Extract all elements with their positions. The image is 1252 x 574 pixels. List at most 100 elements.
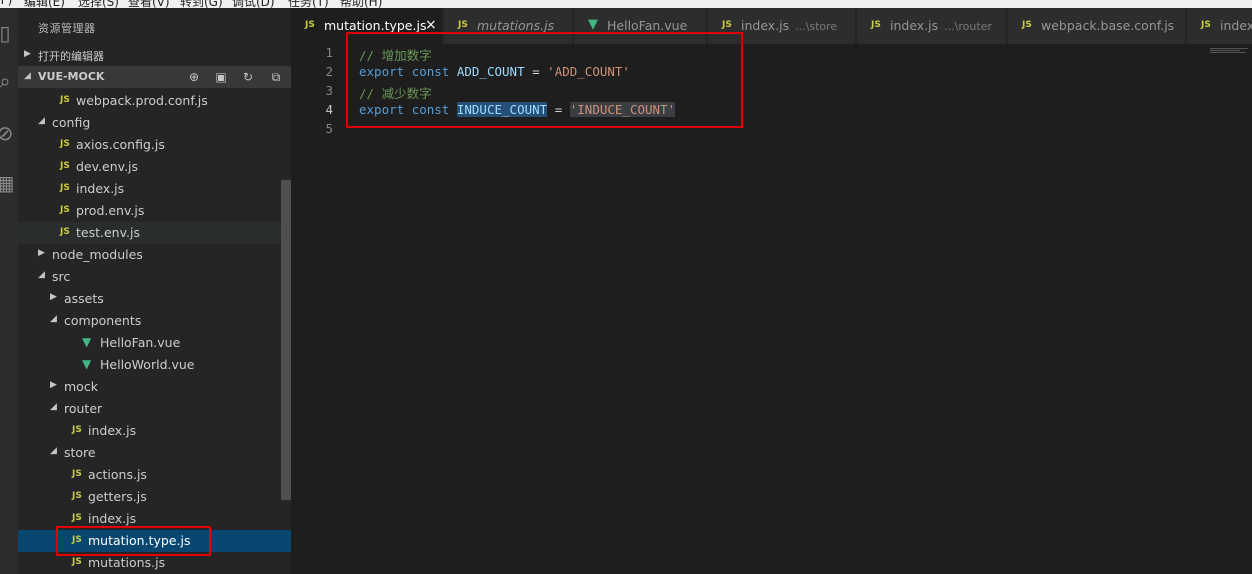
tree-item-label: getters.js (88, 489, 147, 504)
tab-title: index.js (890, 18, 939, 33)
tree-item-label: index.js (88, 511, 137, 526)
tree-file[interactable]: ▼ HelloWorld.vue (18, 354, 281, 376)
js-file-icon: JS (305, 20, 315, 30)
tree-folder[interactable]: ▶ assets (18, 288, 281, 310)
extensions-icon[interactable]: ▦ (0, 172, 16, 194)
js-file-icon: JS (72, 469, 82, 479)
tab-label: mutation.type.js (324, 18, 426, 33)
tree-item-label: mutations.js (88, 555, 166, 570)
project-label: VUE-MOCK (38, 70, 105, 83)
tree-item-label: dev.env.js (76, 159, 139, 174)
vue-file-icon: ▼ (82, 357, 92, 371)
tab-title: mutation.type.js (324, 18, 427, 33)
tree-folder[interactable]: ▶ mock (18, 376, 281, 398)
tree-item-label: prod.env.js (76, 203, 145, 218)
tab-title: mutations.js (477, 18, 555, 33)
editor-tab[interactable]: JS index.js ...\router (857, 8, 1007, 44)
tree-item-label: webpack.prod.conf.js (76, 93, 208, 108)
js-file-icon: JS (72, 557, 82, 567)
tree-file[interactable]: JS index.js (18, 178, 281, 200)
tree-file[interactable]: JS dev.env.js (18, 156, 281, 178)
tree-item-label: router (64, 401, 103, 416)
editor-tab[interactable]: JS webpack.base.conf.js (1008, 8, 1186, 44)
line-number: 2 (325, 64, 333, 79)
menu-item[interactable]: 查看(V) (128, 0, 170, 8)
chevron-right-icon: ▶ (50, 292, 57, 302)
close-icon[interactable]: × (425, 17, 437, 33)
tree-folder[interactable]: ◢ store (18, 442, 281, 464)
tree-item-label: index.js (88, 423, 137, 438)
js-file-icon: JS (458, 20, 468, 30)
menu-item[interactable]: 选择(S) (78, 0, 119, 8)
tree-file[interactable]: JS index.js (18, 420, 281, 442)
collapse-all-icon[interactable]: ⧉ (268, 69, 284, 85)
line-number: 5 (325, 121, 333, 136)
chevron-right-icon: ▶ (50, 380, 57, 390)
js-file-icon: JS (722, 20, 732, 30)
tree-file[interactable]: JS axios.config.js (18, 134, 281, 156)
js-file-icon: JS (871, 20, 881, 30)
explorer-icon[interactable]: ▯ (0, 22, 16, 44)
chevron-down-icon: ◢ (50, 314, 57, 324)
tree-file[interactable]: JS test.env.js (18, 222, 281, 244)
new-file-icon[interactable]: ⊕ (186, 69, 202, 85)
chevron-right-icon: ▶ (38, 248, 45, 258)
tree-file[interactable]: JS actions.js (18, 464, 281, 486)
explorer-sidebar: 资源管理器 ▶ 打开的编辑器 ◢ VUE-MOCK ⊕ ▣ ↻ ⧉ JS webp… (18, 8, 291, 574)
menu-item[interactable]: 转到(G) (180, 0, 223, 8)
search-icon[interactable]: ⌕ (0, 70, 16, 92)
menu-bar: (F) 编辑(E) 选择(S) 查看(V) 转到(G) 调试(D) 任务(T) 帮助(H) (0, 0, 1252, 8)
open-editors-label: 打开的编辑器 (38, 50, 104, 63)
tree-item-label: actions.js (88, 467, 147, 482)
js-file-icon: JS (1022, 20, 1032, 30)
editor-tab[interactable]: JS index (1187, 8, 1252, 44)
tree-file[interactable]: JS webpack.prod.conf.js (18, 90, 281, 112)
tab-label: webpack.base.conf.js (1041, 18, 1174, 33)
tree-item-label: components (64, 313, 142, 328)
tree-item-label: config (52, 115, 91, 130)
menu-item[interactable]: 任务(T) (288, 0, 329, 8)
menu-item[interactable]: 帮助(H) (340, 0, 382, 8)
js-file-icon: JS (60, 183, 70, 193)
annotation-box-code (346, 32, 743, 128)
tab-label: index.js ...\store (741, 18, 837, 33)
js-file-icon: JS (1201, 20, 1211, 30)
open-editors-header[interactable]: ▶ 打开的编辑器 (18, 44, 291, 66)
minimap[interactable] (1210, 48, 1250, 54)
new-folder-icon[interactable]: ▣ (213, 69, 229, 85)
chevron-down-icon: ◢ (38, 116, 45, 126)
tree-folder[interactable]: ◢ config (18, 112, 281, 134)
tree-folder[interactable]: ◢ components (18, 310, 281, 332)
js-file-icon: JS (72, 425, 82, 435)
tree-folder[interactable]: ▶ node_modules (18, 244, 281, 266)
tree-item-label: test.env.js (76, 225, 140, 240)
tree-file[interactable]: JS prod.env.js (18, 200, 281, 222)
project-header[interactable]: ◢ VUE-MOCK ⊕ ▣ ↻ ⧉ (18, 66, 291, 88)
tree-item-label: src (52, 269, 71, 284)
debug-icon[interactable]: ⊘ (0, 122, 16, 144)
annotation-box-file (56, 526, 211, 556)
vue-file-icon: ▼ (588, 17, 598, 32)
code-editor[interactable]: 12345 // 增加数字 export const ADD_COUNT = 'A… (291, 32, 1252, 574)
tab-title: HelloFan.vue (607, 18, 688, 33)
menu-item[interactable]: (F) (0, 0, 12, 7)
refresh-icon[interactable]: ↻ (240, 69, 256, 85)
js-file-icon: JS (72, 513, 82, 523)
tree-folder[interactable]: ◢ src (18, 266, 281, 288)
chevron-down-icon: ◢ (50, 402, 57, 412)
tree-item-label: HelloWorld.vue (100, 357, 195, 372)
tab-label: index (1220, 18, 1252, 33)
js-file-icon: JS (60, 227, 70, 237)
tab-description: ...\router (944, 20, 992, 33)
tree-file[interactable]: ▼ HelloFan.vue (18, 332, 281, 354)
tree-file[interactable]: JS getters.js (18, 486, 281, 508)
menu-item[interactable]: 调试(D) (232, 0, 275, 8)
js-file-icon: JS (60, 161, 70, 171)
tree-item-label: axios.config.js (76, 137, 165, 152)
tree-item-label: node_modules (52, 247, 143, 262)
tree-folder[interactable]: ◢ router (18, 398, 281, 420)
chevron-down-icon: ◢ (38, 270, 45, 280)
menu-item[interactable]: 编辑(E) (24, 0, 65, 8)
sidebar-scrollbar[interactable] (281, 180, 291, 500)
tree-item-label: index.js (76, 181, 125, 196)
